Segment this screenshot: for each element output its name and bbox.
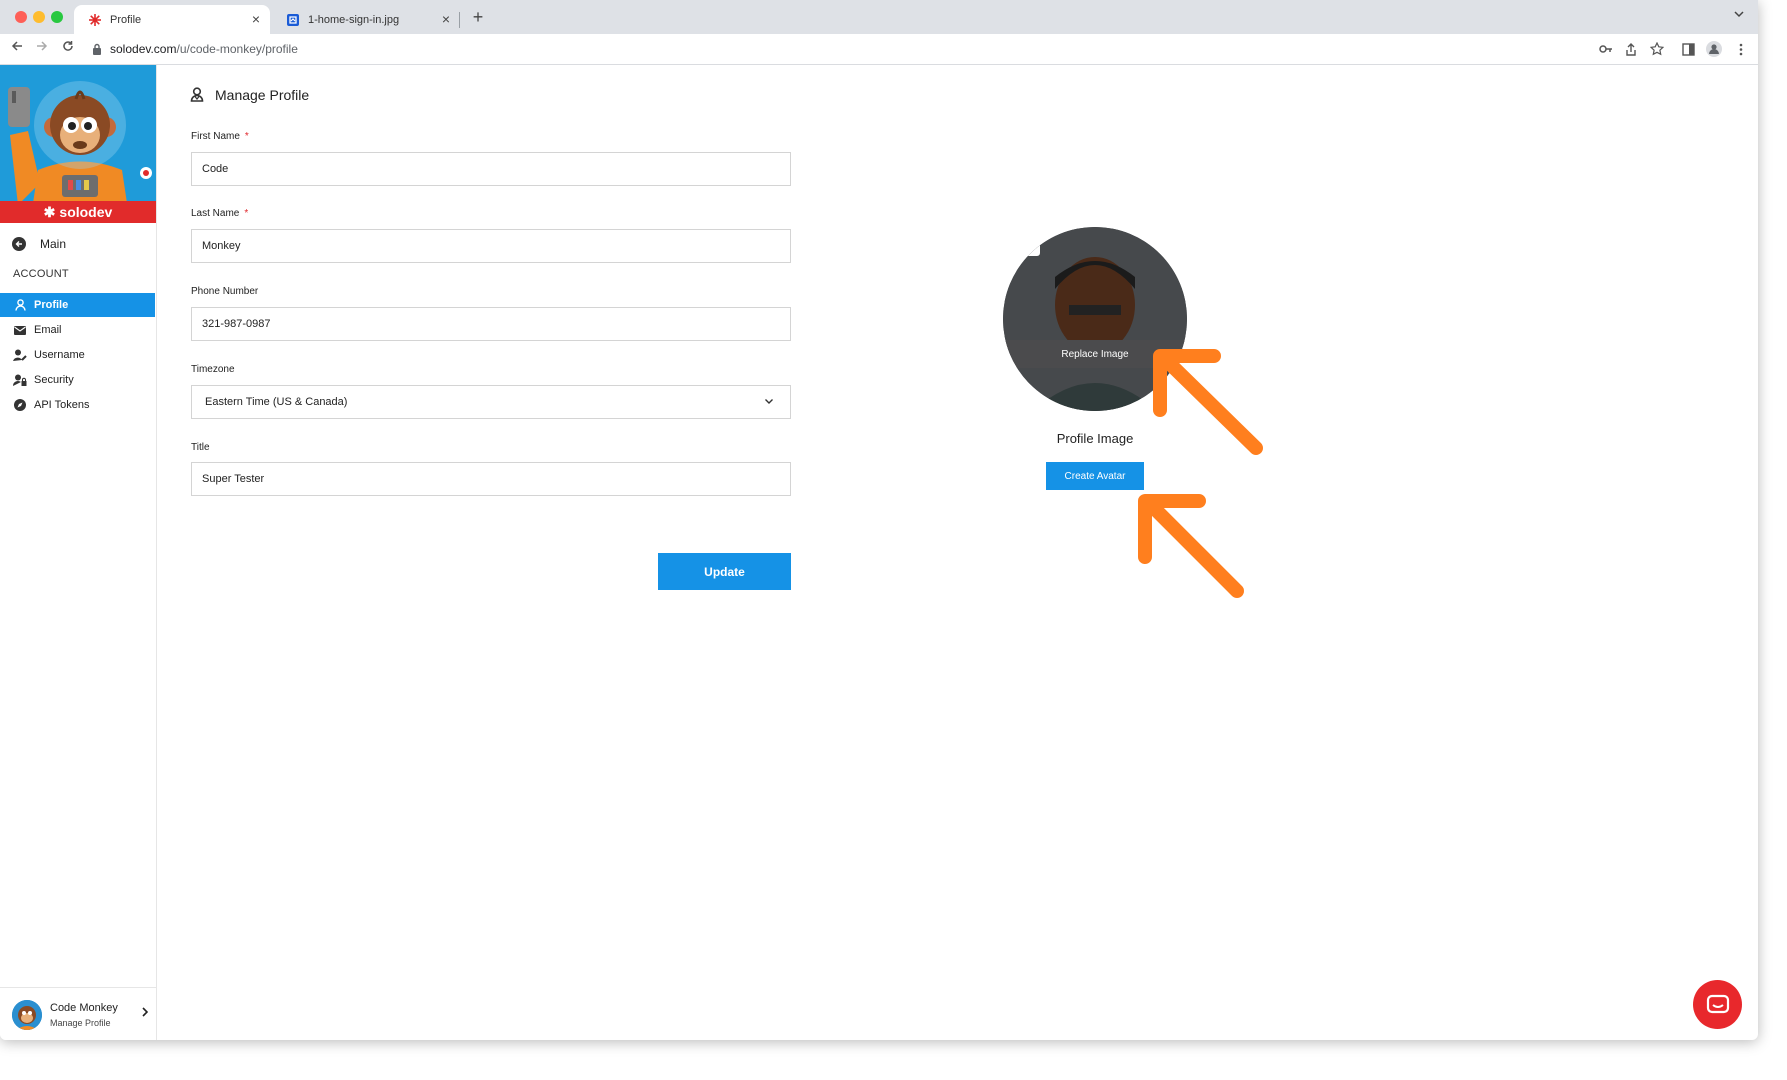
tab-image[interactable]: 1-home-sign-in.jpg × [272, 5, 460, 34]
sidebar-item-label: Username [34, 349, 85, 361]
user-lock-icon [13, 373, 27, 387]
update-button[interactable]: Update [658, 553, 791, 590]
lock-icon [93, 43, 101, 55]
avatar [12, 1000, 42, 1030]
phone-number-label: Phone Number [191, 286, 259, 297]
solodev-favicon-icon [88, 13, 102, 27]
browser-window: Profile × 1-home-sign-in.jpg × + solodev… [0, 0, 1758, 1040]
kebab-menu-icon[interactable] [1732, 40, 1750, 58]
annotation-arrow-icon [1153, 349, 1263, 455]
sidebar-item-label: Profile [34, 299, 69, 311]
close-tab-icon[interactable]: × [252, 12, 260, 26]
title-field[interactable]: Super Tester [191, 462, 791, 496]
image-file-favicon-icon [286, 13, 300, 27]
sidebar-item-profile[interactable]: Profile [0, 293, 155, 317]
timezone-select[interactable]: Eastern Time (US & Canada) [191, 385, 791, 419]
chat-icon [1706, 994, 1729, 1013]
user-subtitle: Manage Profile [50, 1018, 111, 1028]
chevron-down-icon [765, 399, 773, 404]
sidebar-item-api-tokens[interactable]: API Tokens [0, 393, 155, 417]
new-tab-icon[interactable]: + [468, 7, 488, 28]
address-bar[interactable]: solodev.com/u/code-monkey/profile [92, 38, 1592, 60]
tab-title: Profile [110, 13, 142, 26]
user-badge-icon [190, 87, 206, 103]
first-name-label: First Name * [191, 131, 249, 142]
sidebar: ✱ solodev Main ACCOUNT Profile Email Use… [0, 65, 157, 1040]
title-label: Title [191, 442, 210, 453]
page-title: Manage Profile [190, 87, 309, 103]
chevron-right-icon [142, 1006, 149, 1020]
sidebar-item-label: Email [34, 324, 62, 336]
camera-icon [1004, 230, 1040, 256]
last-name-label: Last Name * [191, 208, 249, 219]
brand-wordmark: ✱ solodev [0, 201, 156, 223]
sidebar-item-username[interactable]: Username [0, 343, 155, 367]
required-marker: * [244, 131, 249, 142]
main-link-label: Main [40, 237, 67, 251]
timezone-label: Timezone [191, 364, 235, 375]
solodev-logo[interactable]: ✱ solodev [0, 65, 156, 223]
last-name-field[interactable]: Monkey [191, 229, 791, 263]
phone-number-field[interactable]: 321-987-0987 [191, 307, 791, 341]
chat-launcher-button[interactable] [1693, 980, 1742, 1029]
user-name: Code Monkey [50, 1002, 118, 1014]
close-tab-icon[interactable]: × [442, 12, 450, 26]
required-marker: * [244, 208, 249, 219]
back-arrow-icon[interactable] [8, 40, 26, 56]
section-label-account: ACCOUNT [13, 268, 69, 280]
reload-icon[interactable] [59, 40, 77, 56]
user-edit-icon [13, 348, 27, 362]
sidebar-item-label: Security [34, 374, 74, 386]
forward-arrow-icon[interactable] [33, 40, 51, 56]
tab-profile[interactable]: Profile × [74, 5, 270, 34]
tab-search-chevron-icon[interactable] [1734, 9, 1744, 21]
key-icon[interactable] [1597, 40, 1615, 58]
user-menu[interactable]: Code Monkey Manage Profile [0, 987, 156, 1040]
tab-divider [459, 12, 460, 28]
envelope-icon [13, 323, 27, 337]
share-icon[interactable] [1622, 40, 1640, 58]
first-name-field[interactable]: Code [191, 152, 791, 186]
annotation-arrow-icon [1138, 494, 1244, 598]
tab-strip: Profile × 1-home-sign-in.jpg × + [0, 0, 1758, 34]
back-circle-arrow-icon [12, 237, 26, 251]
side-panel-icon[interactable] [1679, 40, 1697, 58]
tab-title: 1-home-sign-in.jpg [308, 13, 400, 26]
browser-toolbar: solodev.com/u/code-monkey/profile [0, 34, 1758, 65]
page-title-text: Manage Profile [215, 87, 310, 103]
profile-account-icon[interactable] [1705, 40, 1723, 58]
compass-icon [13, 398, 27, 412]
url-text: solodev.com/u/code-monkey/profile [110, 42, 298, 56]
maximize-window-button[interactable] [51, 11, 63, 23]
sidebar-item-label: API Tokens [34, 399, 90, 411]
sidebar-item-email[interactable]: Email [0, 318, 155, 342]
user-icon [13, 298, 27, 312]
monkey-astronaut-illustration [0, 65, 156, 223]
sidebar-item-security[interactable]: Security [0, 368, 155, 392]
minimize-window-button[interactable] [33, 11, 45, 23]
bookmark-star-icon[interactable] [1648, 40, 1666, 58]
close-window-button[interactable] [15, 11, 27, 23]
main-link[interactable]: Main [12, 237, 66, 251]
